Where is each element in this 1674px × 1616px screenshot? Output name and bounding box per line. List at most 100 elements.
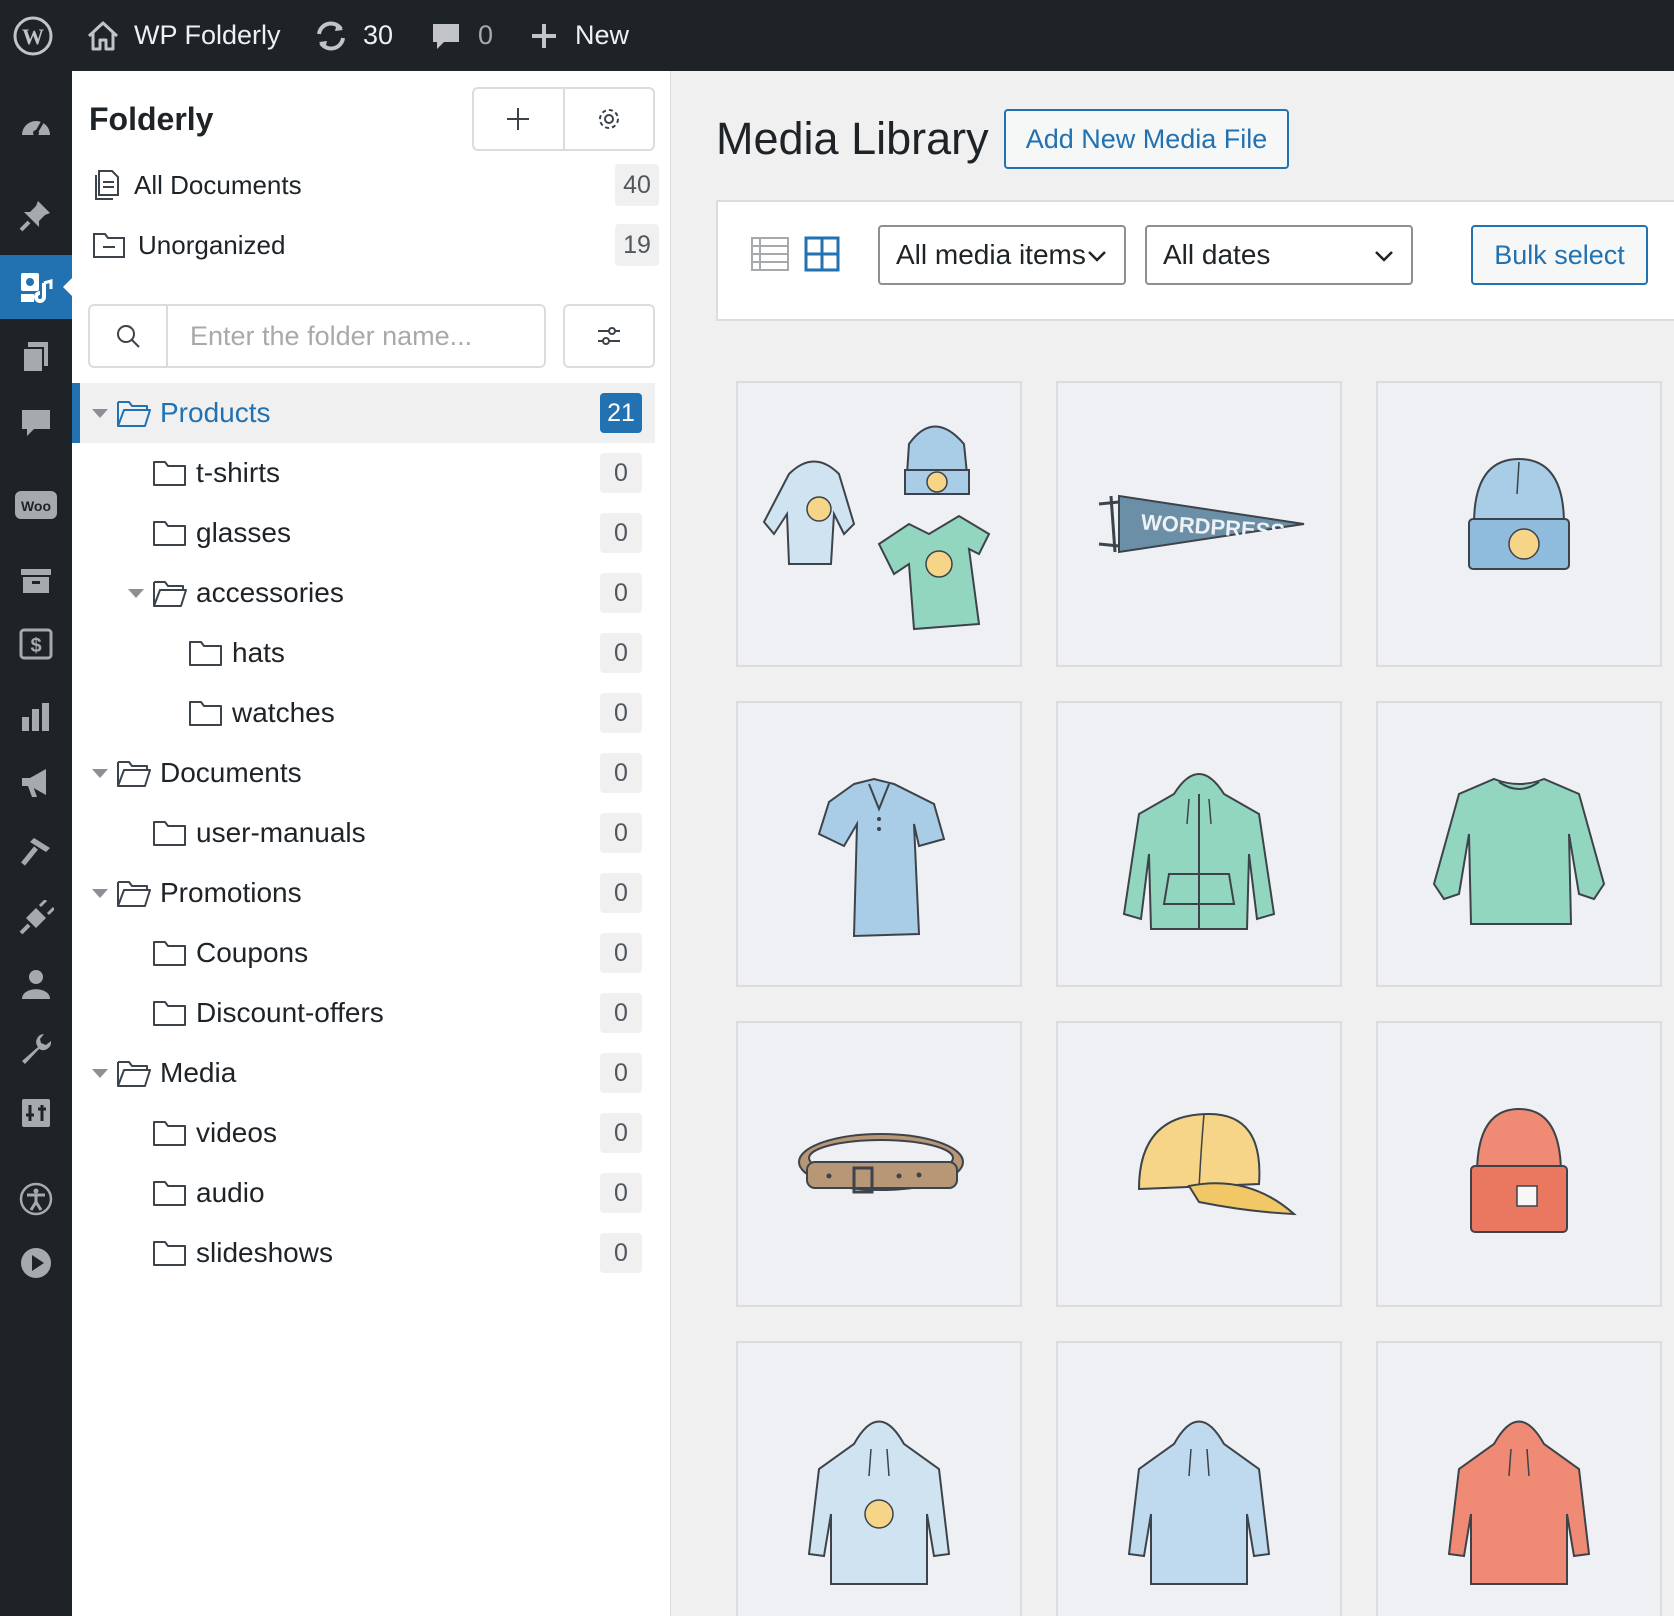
folder-name: videos xyxy=(196,1117,277,1148)
folder-settings-button[interactable] xyxy=(562,89,654,149)
folder-item[interactable]: Coupons 0 xyxy=(72,923,670,983)
site-name-link[interactable]: WP Folderly xyxy=(86,0,281,71)
media-item[interactable] xyxy=(1056,701,1342,987)
folder-sort-button[interactable] xyxy=(563,304,655,368)
folder-item[interactable]: watches 0 xyxy=(72,683,670,743)
media-item[interactable] xyxy=(1056,1341,1342,1616)
unorganized-folder-icon xyxy=(93,233,125,258)
plus-icon xyxy=(507,108,530,130)
accessibility-icon[interactable] xyxy=(0,1167,72,1231)
folder-open-icon xyxy=(117,881,151,907)
updates-count: 30 xyxy=(363,20,394,50)
all-documents-count: 40 xyxy=(615,164,659,206)
folder-panel: Folderly All Documents 40 Unorganized 19… xyxy=(72,71,671,1616)
folder-count-badge: 0 xyxy=(600,993,642,1033)
folder-count-badge: 0 xyxy=(600,1053,642,1093)
plus-icon xyxy=(529,21,559,51)
media-icon[interactable] xyxy=(0,255,73,319)
list-view-icon xyxy=(751,237,789,271)
comments-link[interactable]: 0 xyxy=(430,0,493,71)
long-sleeve-tee-thumbnail xyxy=(1378,703,1660,985)
home-icon xyxy=(86,19,120,53)
caret-down-icon[interactable] xyxy=(126,583,146,603)
play-icon[interactable] xyxy=(0,1231,72,1295)
folder-icon xyxy=(189,641,222,666)
settings-icon[interactable] xyxy=(0,1081,72,1145)
folder-count-badge: 0 xyxy=(600,1173,642,1213)
date-filter[interactable]: All dates xyxy=(1145,225,1413,285)
folder-item[interactable]: slideshows 0 xyxy=(72,1223,670,1283)
add-folder-button[interactable] xyxy=(474,89,563,149)
documents-icon xyxy=(95,170,119,200)
appearance-icon[interactable] xyxy=(0,820,72,884)
updates-link[interactable]: 30 xyxy=(313,0,393,71)
media-type-filter[interactable]: All media items xyxy=(878,225,1126,285)
folder-item[interactable]: videos 0 xyxy=(72,1103,670,1163)
folder-name: glasses xyxy=(196,517,291,548)
folder-count-badge: 0 xyxy=(600,573,642,613)
folder-search-input[interactable] xyxy=(168,306,544,366)
page-title: Media Library xyxy=(716,113,989,164)
media-item[interactable]: WORDPRESS xyxy=(1056,381,1342,667)
media-item[interactable] xyxy=(1056,1021,1342,1307)
folder-item[interactable]: Media 0 xyxy=(72,1043,670,1103)
tools-icon[interactable] xyxy=(0,1017,72,1081)
all-documents-label: All Documents xyxy=(134,169,302,200)
archive-icon[interactable] xyxy=(0,549,72,613)
bulk-select-button[interactable]: Bulk select xyxy=(1471,225,1648,285)
chevron-down-icon xyxy=(1375,251,1393,262)
pin-icon[interactable] xyxy=(0,183,72,247)
comments-icon[interactable] xyxy=(0,391,72,455)
media-item[interactable] xyxy=(1376,701,1662,987)
media-item[interactable] xyxy=(736,381,1022,667)
folder-count-badge: 0 xyxy=(600,693,642,733)
dollar-icon[interactable]: $ xyxy=(0,612,72,676)
media-item[interactable] xyxy=(1376,381,1662,667)
folder-item[interactable]: Products 21 xyxy=(72,383,655,443)
megaphone-icon[interactable] xyxy=(0,751,72,815)
admin-bar: W WP Folderly 30 0 New xyxy=(0,0,1674,71)
caret-down-icon[interactable] xyxy=(90,1063,110,1083)
folder-item[interactable]: t-shirts 0 xyxy=(72,443,670,503)
folder-item[interactable]: audio 0 xyxy=(72,1163,670,1223)
woo-icon[interactable]: Woo xyxy=(0,474,72,538)
all-documents-item[interactable]: All Documents 40 xyxy=(92,159,659,211)
media-item[interactable] xyxy=(736,1341,1022,1616)
folder-item[interactable]: user-manuals 0 xyxy=(72,803,670,863)
chevron-down-icon xyxy=(1088,251,1106,262)
folder-count-badge: 21 xyxy=(600,393,642,433)
folder-item[interactable]: accessories 0 xyxy=(72,563,670,623)
pages-icon[interactable] xyxy=(0,325,72,389)
green-hoodie-thumbnail xyxy=(1058,703,1340,985)
add-new-media-button[interactable]: Add New Media File xyxy=(1004,109,1289,169)
folder-item[interactable]: Documents 0 xyxy=(72,743,670,803)
folder-item[interactable]: Promotions 0 xyxy=(72,863,670,923)
dashboard-icon[interactable] xyxy=(0,95,72,159)
users-icon[interactable] xyxy=(0,952,72,1016)
new-label: New xyxy=(575,20,630,50)
plugins-icon[interactable] xyxy=(0,886,72,950)
media-item[interactable] xyxy=(736,1021,1022,1307)
svg-text:W: W xyxy=(22,24,44,49)
unorganized-item[interactable]: Unorganized 19 xyxy=(92,219,659,271)
folder-item[interactable]: Discount-offers 0 xyxy=(72,983,670,1043)
analytics-icon[interactable] xyxy=(0,685,72,749)
caret-down-icon[interactable] xyxy=(90,763,110,783)
caret-down-icon[interactable] xyxy=(90,883,110,903)
folder-name: watches xyxy=(232,697,335,728)
folder-icon xyxy=(153,1241,186,1266)
wordpress-logo-button[interactable]: W xyxy=(12,0,58,71)
new-content-link[interactable]: New xyxy=(529,0,629,71)
folder-count-badge: 0 xyxy=(600,513,642,553)
folder-open-icon xyxy=(117,401,151,427)
media-item[interactable] xyxy=(736,701,1022,987)
folder-item[interactable]: hats 0 xyxy=(72,623,670,683)
grid-view-button[interactable] xyxy=(802,234,842,274)
list-view-button[interactable] xyxy=(750,234,790,274)
media-item[interactable] xyxy=(1376,1021,1662,1307)
caret-down-icon[interactable] xyxy=(90,403,110,423)
media-item[interactable] xyxy=(1376,1341,1662,1616)
folder-search xyxy=(88,304,546,368)
folder-item[interactable]: glasses 0 xyxy=(72,503,670,563)
folder-name: user-manuals xyxy=(196,817,366,848)
